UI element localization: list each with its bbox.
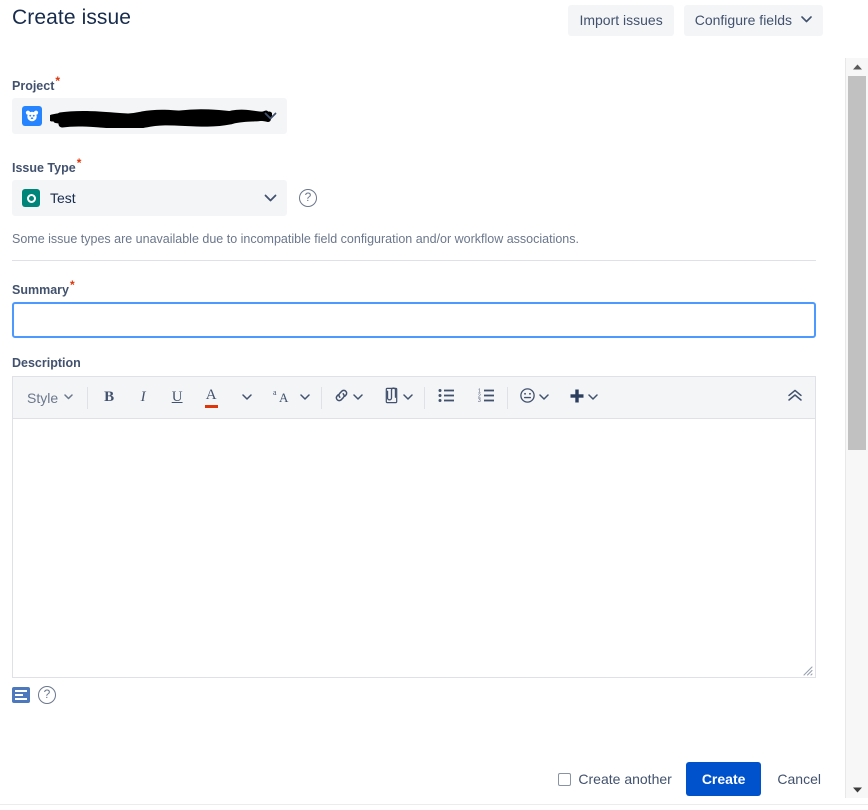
text-color-letter: A — [205, 386, 217, 403]
style-label: Style — [27, 389, 59, 406]
dialog-header: Create issue Import issues Configure fie… — [0, 0, 845, 52]
bullet-list-button[interactable] — [433, 384, 459, 412]
help-circle-icon[interactable]: ? — [38, 686, 56, 705]
resize-grip-icon[interactable] — [801, 663, 813, 677]
scroll-up-arrow-icon[interactable] — [846, 58, 868, 75]
chevron-down-icon — [64, 392, 73, 403]
link-button[interactable] — [330, 384, 366, 412]
create-issue-page: Create issue Import issues Configure fie… — [0, 0, 868, 810]
project-name-redaction — [50, 109, 272, 129]
link-icon — [333, 387, 350, 408]
emoji-icon — [519, 387, 536, 408]
issue-type-value: Test — [50, 190, 76, 207]
description-label: Description — [12, 356, 81, 371]
cancel-button[interactable]: Cancel — [775, 767, 823, 791]
description-footer: ? — [12, 678, 816, 705]
import-issues-button[interactable]: Import issues — [568, 5, 674, 36]
visual-text-mode-icon[interactable] — [12, 687, 30, 704]
create-another-checkbox[interactable]: Create another — [558, 771, 672, 787]
underline-button[interactable]: U — [164, 384, 190, 412]
attachment-icon — [383, 387, 400, 408]
toolbar-group-text-format: B I U A a A — [96, 384, 313, 412]
chevron-down-icon — [353, 392, 363, 403]
chevron-double-up-icon — [787, 389, 803, 406]
configure-fields-button[interactable]: Configure fields — [683, 5, 823, 36]
toolbar-group-extras — [516, 384, 601, 412]
issue-type-select[interactable]: Test — [12, 180, 287, 217]
project-avatar-icon — [22, 106, 42, 127]
description-field: Description Style B I U A a A 1 2 3 ? — [0, 338, 845, 705]
toolbar-group-lists: 1 2 3 — [433, 384, 499, 412]
project-select[interactable] — [12, 98, 287, 135]
create-issue-form: Project* Issue Type* Test ? Some issue t… — [0, 52, 845, 705]
issue-type-field: Issue Type* Test ? Some issue types are … — [0, 134, 845, 246]
toolbar-group-insert — [330, 384, 416, 412]
chevron-down-icon — [588, 392, 598, 403]
page-title: Create issue — [12, 6, 132, 29]
svg-text:a: a — [273, 388, 277, 397]
issue-type-row: Test ? — [12, 180, 845, 217]
text-color-swatch — [204, 404, 218, 408]
summary-label: Summary* — [12, 278, 75, 298]
checkbox-box[interactable] — [558, 772, 572, 786]
style-dropdown-button[interactable]: Style — [21, 384, 79, 412]
bullet-list-icon — [438, 388, 455, 407]
collapse-toolbar-button[interactable] — [787, 389, 803, 407]
attachment-button[interactable] — [380, 384, 416, 412]
text-color-icon: A — [204, 386, 218, 408]
create-another-label: Create another — [578, 771, 672, 787]
import-issues-label: Import issues — [579, 12, 663, 28]
project-label: Project* — [12, 74, 61, 94]
chevron-down-icon — [403, 392, 413, 403]
configure-fields-label: Configure fields — [694, 12, 792, 28]
insert-more-button[interactable] — [566, 384, 601, 412]
editor-toolbar: Style B I U A a A 1 2 3 — [13, 377, 815, 420]
project-field: Project* — [0, 52, 845, 135]
toolbar-separator — [87, 386, 89, 409]
bold-button[interactable]: B — [96, 384, 122, 412]
summary-field: Summary* — [0, 261, 845, 339]
text-color-dropdown[interactable] — [232, 384, 258, 412]
svg-text:A: A — [279, 390, 289, 404]
summary-input[interactable] — [12, 302, 816, 339]
toolbar-separator — [321, 386, 323, 409]
window-bottom-strip — [0, 804, 868, 810]
scrollbar-thumb[interactable] — [848, 76, 866, 450]
create-button[interactable]: Create — [685, 762, 762, 796]
more-formatting-icon: a A — [273, 388, 297, 408]
chevron-down-icon — [539, 392, 549, 403]
chevron-down-icon — [264, 189, 277, 207]
required-marker: * — [55, 74, 61, 88]
dialog-footer: Create another Create Cancel — [0, 762, 845, 796]
toolbar-group-style: Style — [21, 384, 79, 412]
required-marker: * — [69, 278, 75, 293]
vertical-scrollbar[interactable] — [845, 58, 868, 798]
svg-text:3: 3 — [478, 399, 481, 404]
text-color-button[interactable]: A — [198, 384, 224, 412]
plus-icon — [569, 388, 585, 408]
chevron-down-icon — [241, 392, 252, 403]
test-issue-type-icon — [22, 189, 40, 208]
more-formatting-button[interactable]: a A — [270, 384, 313, 412]
chevron-down-icon — [264, 107, 277, 125]
toolbar-separator — [424, 386, 426, 409]
issue-type-label: Issue Type* — [12, 156, 82, 176]
help-circle-icon[interactable]: ? — [299, 189, 317, 208]
scroll-down-arrow-icon[interactable] — [846, 781, 868, 798]
header-actions: Import issues Configure fields — [568, 5, 823, 36]
toolbar-separator — [507, 386, 509, 409]
description-rich-text-editor: Style B I U A a A 1 2 3 — [12, 376, 816, 679]
required-marker: * — [76, 156, 82, 171]
numbered-list-icon: 1 2 3 — [478, 388, 495, 407]
emoji-button[interactable] — [516, 384, 552, 412]
chevron-down-icon — [801, 15, 812, 26]
italic-button[interactable]: I — [130, 384, 156, 412]
description-textarea[interactable] — [13, 419, 815, 678]
numbered-list-button[interactable]: 1 2 3 — [473, 384, 499, 412]
chevron-down-icon — [300, 392, 310, 403]
issue-type-hint: Some issue types are unavailable due to … — [12, 232, 579, 247]
